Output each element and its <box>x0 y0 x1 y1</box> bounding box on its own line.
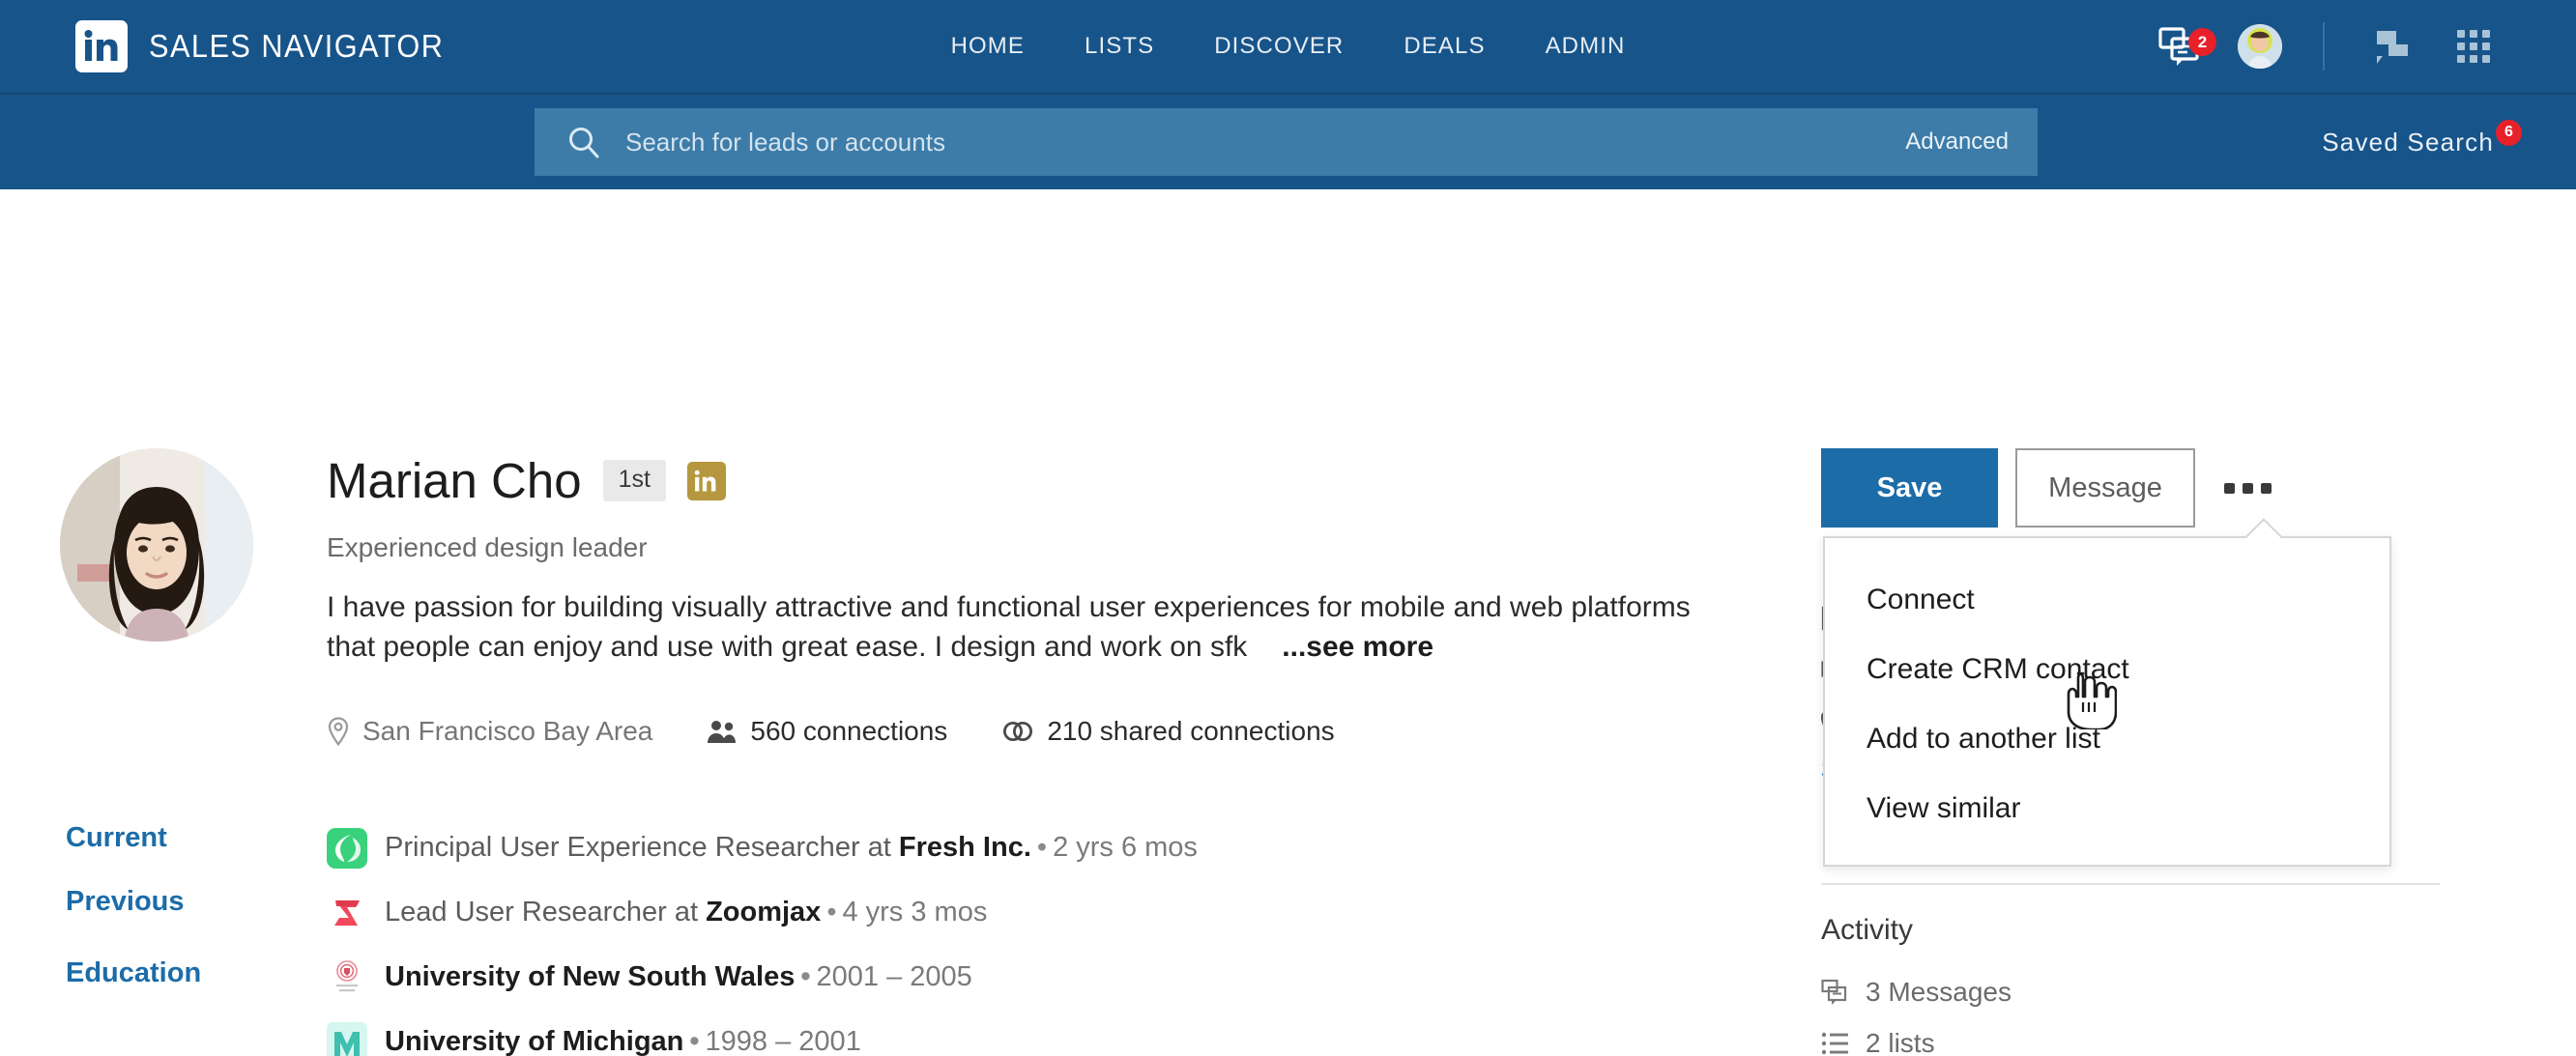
experience-previous-text: Lead User Researcher at Zoomjax • 4 yrs 3 … <box>385 897 988 928</box>
see-more-link[interactable]: ...see more <box>1282 631 1433 663</box>
label-current[interactable]: Current <box>66 822 201 854</box>
overflow-dropdown-menu: Connect Create CRM contact Add to anothe… <box>1823 518 2391 867</box>
saved-search-badge: 6 <box>2496 119 2522 146</box>
unsw-years: 2001 – 2005 <box>816 961 972 992</box>
save-button[interactable]: Save <box>1821 448 1998 528</box>
education-row-michigan[interactable]: University of Michigan • 1998 – 2001 <box>327 1010 1198 1056</box>
nav-item-deals[interactable]: DEALS <box>1404 33 1485 60</box>
profile-photo <box>60 448 253 642</box>
location-pin-icon <box>328 717 349 746</box>
activity-heading: Activity <box>1821 914 1914 946</box>
panel-divider <box>1821 883 2440 885</box>
shared-connections-item[interactable]: 210 shared connections <box>1001 716 1335 747</box>
fresh-inc-logo <box>327 827 367 869</box>
advanced-search-link[interactable]: Advanced <box>1905 128 2009 156</box>
action-button-row: Save Message <box>1821 448 2440 528</box>
nav-item-lists[interactable]: LISTS <box>1085 33 1154 60</box>
zoomjax-logo <box>327 892 367 933</box>
previous-company: Zoomjax <box>706 897 822 928</box>
messages-badge: 2 <box>2188 28 2216 56</box>
search-row: Search for leads or accounts Advanced Sa… <box>0 95 2576 189</box>
menu-item-view-similar[interactable]: View similar <box>1825 774 2389 843</box>
menu-item-create-crm-contact[interactable]: Create CRM contact <box>1825 635 2389 704</box>
degree-badge: 1st <box>602 460 666 501</box>
app-grid-icon <box>2457 30 2490 63</box>
lead-actions-panel: Save Message M <box>1821 448 2440 867</box>
search-icon <box>569 128 599 158</box>
experience-row-previous[interactable]: Lead User Researcher at Zoomjax • 4 yrs 3 … <box>327 880 1198 945</box>
nav-row: SALES NAVIGATOR HOME LISTS DISCOVER DEAL… <box>0 0 2576 95</box>
overflow-menu-button[interactable] <box>2213 448 2282 528</box>
lead-meta-row: San Francisco Bay Area 560 connections 2… <box>327 716 1335 747</box>
label-education[interactable]: Education <box>66 957 201 989</box>
lead-bio-text: I have passion for building visually att… <box>327 591 1691 664</box>
previous-duration: 4 yrs 3 mos <box>842 897 988 928</box>
location-item: San Francisco Bay Area <box>327 716 652 747</box>
experience-current-text: Principal User Experience Researcher at … <box>385 832 1198 863</box>
label-previous[interactable]: Previous <box>66 886 201 918</box>
brand-title: SALES NAVIGATOR <box>149 28 445 64</box>
flag-icon <box>2377 31 2408 64</box>
activity-section: Activity 3 Messages 2 lists <box>1821 914 2324 1056</box>
connections-label: 560 connections <box>750 716 948 746</box>
experience-row-current[interactable]: Principal User Experience Researcher at … <box>327 815 1198 880</box>
linkedin-premium-badge <box>686 461 726 500</box>
michigan-logo <box>327 1021 367 1056</box>
message-button[interactable]: Message <box>2015 448 2195 528</box>
search-placeholder: Search for leads or accounts <box>625 127 945 157</box>
overflow-menu-icon <box>2260 482 2272 494</box>
menu-item-connect[interactable]: Connect <box>1825 565 2389 635</box>
linkedin-in-logo <box>75 20 128 72</box>
list-icon <box>1821 1032 1848 1054</box>
unsw-logo <box>327 956 367 998</box>
connections-icon <box>708 721 737 743</box>
activity-item-lists[interactable]: 2 lists <box>1821 1017 2324 1056</box>
nav-right-icons: 2 <box>2137 22 2514 71</box>
previous-title: Lead User Researcher at <box>385 897 707 928</box>
activity-item-messages[interactable]: 3 Messages <box>1821 966 2324 1017</box>
app-grid-button[interactable] <box>2433 27 2514 66</box>
messages-button[interactable]: 2 <box>2137 26 2224 67</box>
michigan-years: 1998 – 2001 <box>705 1026 861 1056</box>
lead-profile-main: Marian Cho 1st Experienced design leader… <box>0 189 2576 1056</box>
current-duration: 2 yrs 6 mos <box>1053 832 1198 863</box>
primary-nav-links: HOME LISTS DISCOVER DEALS ADMIN <box>951 33 1626 60</box>
education-row-unsw[interactable]: University of New South Wales • 2001 – 200… <box>327 945 1198 1010</box>
saved-search-label: Saved Search <box>2322 127 2494 157</box>
page-title: Marian Cho <box>327 453 582 508</box>
lead-headline: Experienced design leader <box>327 532 648 562</box>
saved-search-button[interactable]: Saved Search 6 <box>2322 119 2522 157</box>
lead-bio: I have passion for building visually att… <box>327 587 1699 668</box>
activity-label: 3 Messages <box>1866 976 2012 1007</box>
nav-divider <box>2323 22 2325 71</box>
top-navigation-bar: SALES NAVIGATOR HOME LISTS DISCOVER DEAL… <box>0 0 2576 189</box>
nav-item-discover[interactable]: DISCOVER <box>1214 33 1344 60</box>
michigan-school: University of Michigan <box>385 1026 684 1056</box>
location-label: San Francisco Bay Area <box>362 716 653 746</box>
lead-name-row: Marian Cho 1st <box>327 452 726 509</box>
nav-item-admin[interactable]: ADMIN <box>1546 33 1626 60</box>
message-bubbles-icon <box>1821 979 1847 1005</box>
current-company: Fresh Inc. <box>898 832 1031 863</box>
activity-label: 2 lists <box>1866 1027 1935 1056</box>
nav-item-home[interactable]: HOME <box>951 33 1025 60</box>
user-avatar[interactable] <box>2238 24 2282 69</box>
experience-labels: Current Previous Education <box>66 822 201 989</box>
search-input[interactable]: Search for leads or accounts Advanced <box>535 108 2038 176</box>
overflow-menu-icon <box>2242 482 2253 494</box>
overflow-menu-icon <box>2223 482 2235 494</box>
connections-item[interactable]: 560 connections <box>707 716 947 747</box>
education-unsw-text: University of New South Wales • 2001 – 200… <box>385 961 972 992</box>
unsw-school: University of New South Wales <box>385 961 796 992</box>
education-michigan-text: University of Michigan • 1998 – 2001 <box>385 1026 861 1056</box>
current-title: Principal User Experience Researcher at <box>385 832 899 863</box>
brand-logo-group[interactable]: SALES NAVIGATOR <box>75 20 466 72</box>
menu-item-add-to-another-list[interactable]: Add to another list <box>1825 704 2389 774</box>
experience-rows: Principal User Experience Researcher at … <box>327 815 1198 1056</box>
shared-connections-label: 210 shared connections <box>1047 716 1335 746</box>
shared-connections-icon <box>1003 721 1033 742</box>
flag-button[interactable] <box>2352 27 2433 66</box>
